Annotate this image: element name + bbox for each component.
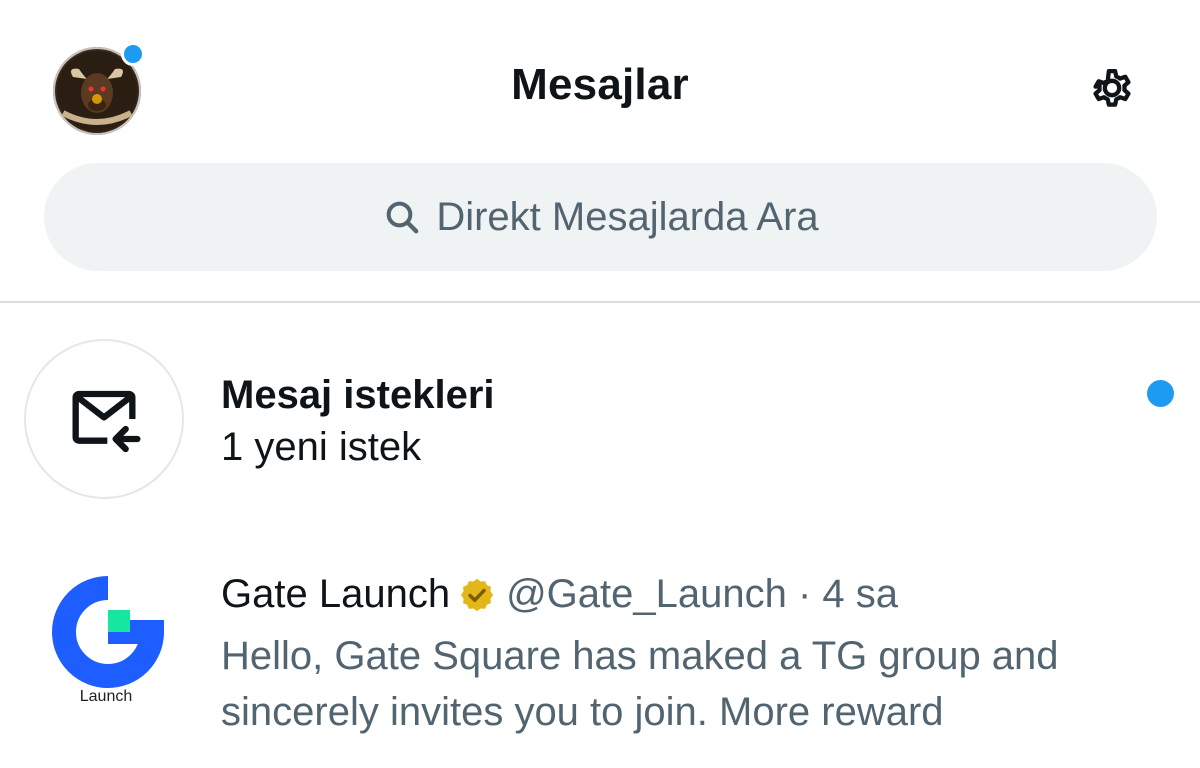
message-requests-button[interactable] <box>24 339 184 499</box>
message-preview[interactable]: Hello, Gate Square has maked a TG group … <box>221 628 1171 740</box>
message-requests-title[interactable]: Mesaj istekleri <box>221 373 495 418</box>
gate-logo-icon <box>52 576 165 688</box>
message-requests-count: 1 yeni istek <box>221 425 422 469</box>
gear-icon <box>1093 68 1131 107</box>
search-icon <box>386 201 419 234</box>
divider <box>0 301 1200 303</box>
unread-dot <box>1147 380 1174 407</box>
settings-button[interactable] <box>1082 58 1142 118</box>
sender-name: Gate Launch <box>221 572 451 616</box>
logo-caption: Launch <box>79 688 133 705</box>
search-placeholder: Direkt Mesajlarda Ara <box>436 194 819 239</box>
mail-incoming-icon <box>72 390 141 453</box>
search-input[interactable]: Direkt Mesajlarda Ara <box>44 163 1157 271</box>
messages-screen: Mesajlar Direkt Mesajlarda Ara Mesaj ist… <box>0 0 1200 768</box>
verified-badge-icon <box>458 576 496 614</box>
conversation-header[interactable]: Gate Launch @Gate_Launch · 4 sa <box>221 572 898 617</box>
page-title: Mesajlar <box>511 60 689 109</box>
sender-handle-time: @Gate_Launch · 4 sa <box>506 572 899 616</box>
